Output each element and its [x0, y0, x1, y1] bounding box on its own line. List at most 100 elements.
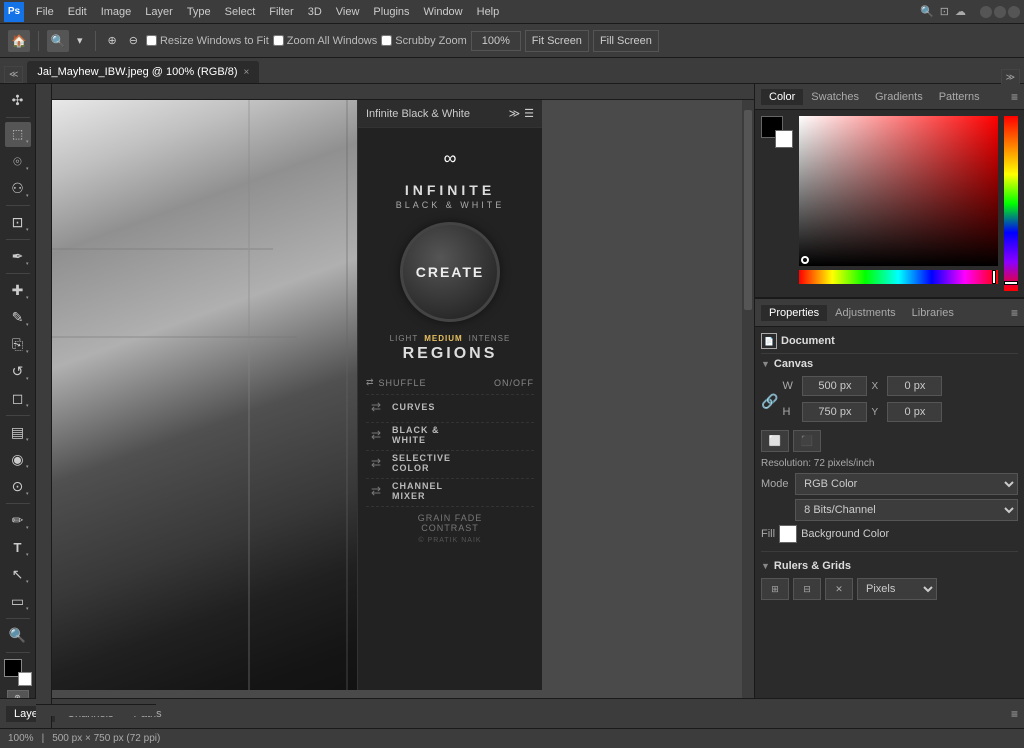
document-tab[interactable]: Jai_Mayhew_IBW.jpeg @ 100% (RGB/8) × — [27, 61, 259, 83]
shuffle-btn[interactable]: ⇄ SHUFFLE — [366, 377, 427, 388]
menu-layer[interactable]: Layer — [139, 4, 179, 20]
collapse-panel-left-btn[interactable]: ≪ — [4, 66, 23, 83]
curves-shuffle-icon[interactable]: ⇄ — [366, 397, 386, 417]
path-select-tool[interactable]: ↖ ▾ — [5, 562, 31, 587]
height-input[interactable] — [802, 402, 867, 422]
zoom-tool[interactable]: 🔍 — [5, 623, 31, 648]
plugin-menu-btn[interactable]: ☰ — [524, 107, 534, 120]
eraser-tool[interactable]: ◻ ▾ — [5, 386, 31, 411]
tool-home[interactable]: 🏠 — [8, 30, 30, 52]
fill-color-swatch[interactable] — [779, 525, 797, 543]
eyedropper-tool[interactable]: ✒ ▾ — [5, 244, 31, 269]
tab-properties[interactable]: Properties — [761, 305, 827, 321]
zoom-dropdown-btn[interactable]: ▾ — [73, 32, 87, 49]
healing-brush-tool[interactable]: ✚ ▾ — [5, 278, 31, 303]
grid-snap-btn[interactable]: ✕ — [825, 578, 853, 600]
menu-help[interactable]: Help — [471, 4, 506, 20]
ruler-units-select[interactable]: Pixels Inches Centimeters — [857, 578, 937, 600]
blur-tool[interactable]: ◉ ▾ — [5, 447, 31, 472]
fit-screen-btn[interactable]: Fit Screen — [525, 30, 589, 52]
tab-color[interactable]: Color — [761, 89, 803, 105]
maximize-btn[interactable] — [994, 6, 1006, 18]
tab-swatches[interactable]: Swatches — [803, 89, 867, 105]
pen-tool[interactable]: ✏ ▾ — [5, 508, 31, 533]
create-button[interactable]: CREATE — [400, 222, 500, 322]
canvas-section-header[interactable]: ▼ Canvas — [761, 358, 1018, 370]
arrange-icon[interactable]: ⊡ — [940, 5, 949, 18]
search-icon[interactable]: 🔍 — [920, 5, 934, 18]
vertical-scroll-thumb[interactable] — [744, 110, 752, 310]
menu-edit[interactable]: Edit — [62, 4, 93, 20]
menu-window[interactable]: Window — [418, 4, 469, 20]
dodge-tool[interactable]: ⊙ ▾ — [5, 474, 31, 499]
menu-file[interactable]: File — [30, 4, 60, 20]
quick-select-tool[interactable]: ⚇ ▾ — [5, 176, 31, 201]
region-light[interactable]: LIGHT — [390, 334, 419, 343]
zoom-in-btn[interactable]: ⊕ — [104, 32, 121, 49]
zoom-all-checkbox[interactable]: Zoom All Windows — [273, 35, 377, 47]
tab-gradients[interactable]: Gradients — [867, 89, 931, 105]
menu-type[interactable]: Type — [181, 4, 217, 20]
minimize-btn[interactable] — [980, 6, 992, 18]
resize-windows-input[interactable] — [146, 35, 157, 46]
zoom-value-input[interactable] — [471, 31, 521, 51]
history-brush-tool[interactable]: ↺ ▾ — [5, 359, 31, 384]
canvas-viewport[interactable]: Infinite Black & White ≫ ☰ ∞ INFINITE BL… — [52, 100, 742, 716]
rectangle-select-tool[interactable]: ⬚ ▾ — [5, 122, 31, 147]
link-aspect-icon[interactable]: 🔗 — [761, 393, 778, 410]
tab-patterns[interactable]: Patterns — [931, 89, 988, 105]
rulers-show-btn[interactable]: ⊞ — [761, 578, 789, 600]
region-intense[interactable]: INTENSE — [469, 334, 511, 343]
tab-libraries[interactable]: Libraries — [904, 305, 962, 321]
cloud-icon[interactable]: ☁ — [955, 5, 966, 18]
zoom-tool-icon[interactable]: 🔍 — [47, 30, 69, 52]
canvas-portrait-btn[interactable]: ⬜ — [761, 430, 789, 452]
bottom-panel-options-btn[interactable]: ≡ — [1011, 707, 1018, 721]
bw-shuffle-icon[interactable]: ⇄ — [366, 425, 386, 445]
gradient-tool[interactable]: ▤ ▾ — [5, 420, 31, 445]
color-panel-options-btn[interactable]: ≡ — [1011, 90, 1018, 104]
lasso-tool[interactable]: ⌾ ▾ — [5, 149, 31, 174]
grid-show-btn[interactable]: ⊟ — [793, 578, 821, 600]
color-hue-slider[interactable] — [799, 270, 998, 284]
canvas-landscape-btn[interactable]: ⬛ — [793, 430, 821, 452]
menu-3d[interactable]: 3D — [302, 4, 328, 20]
background-color-swatch[interactable] — [18, 672, 32, 686]
scrubby-zoom-checkbox[interactable]: Scrubby Zoom — [381, 35, 467, 47]
vertical-scrollbar[interactable] — [742, 100, 754, 716]
scrubby-zoom-input[interactable] — [381, 35, 392, 46]
spectrum-strip[interactable] — [1004, 116, 1018, 291]
rulers-section-header[interactable]: ▼ Rulers & Grids — [761, 560, 1018, 572]
sel-color-shuffle-icon[interactable]: ⇄ — [366, 453, 386, 473]
move-tool[interactable]: ✣ — [5, 88, 31, 113]
color-mode-select[interactable]: RGB Color CMYK Color Grayscale — [795, 473, 1018, 495]
channel-mixer-shuffle-icon[interactable]: ⇄ — [366, 481, 386, 501]
zoom-all-input[interactable] — [273, 35, 284, 46]
color-saturation-brightness[interactable] — [799, 116, 998, 266]
background-color-picker[interactable] — [775, 130, 793, 148]
stamp-tool[interactable]: ⎘ ▾ — [5, 332, 31, 357]
collapse-panel-right-btn[interactable]: ≫ — [1001, 69, 1020, 85]
shape-tool[interactable]: ▭ ▾ — [5, 589, 31, 614]
bits-channel-select[interactable]: 8 Bits/Channel 16 Bits/Channel 32 Bits/C… — [795, 499, 1018, 521]
menu-select[interactable]: Select — [219, 4, 262, 20]
plugin-expand-btn[interactable]: ≫ — [509, 107, 521, 120]
zoom-out-btn[interactable]: ⊖ — [125, 32, 142, 49]
region-medium[interactable]: MEDIUM — [424, 334, 462, 343]
y-input[interactable] — [887, 402, 942, 422]
type-tool[interactable]: T ▾ — [5, 535, 31, 560]
tab-close-btn[interactable]: × — [244, 67, 250, 78]
menu-view[interactable]: View — [330, 4, 366, 20]
menu-plugins[interactable]: Plugins — [367, 4, 415, 20]
properties-panel-options-btn[interactable]: ≡ — [1011, 306, 1018, 320]
menu-image[interactable]: Image — [95, 4, 138, 20]
tab-adjustments[interactable]: Adjustments — [827, 305, 904, 321]
x-input[interactable] — [887, 376, 942, 396]
close-btn[interactable] — [1008, 6, 1020, 18]
crop-tool[interactable]: ⊡ ▾ — [5, 210, 31, 235]
resize-windows-checkbox[interactable]: Resize Windows to Fit — [146, 35, 269, 47]
menu-filter[interactable]: Filter — [263, 4, 299, 20]
width-input[interactable] — [802, 376, 867, 396]
fill-screen-btn[interactable]: Fill Screen — [593, 30, 659, 52]
brush-tool[interactable]: ✎ ▾ — [5, 305, 31, 330]
